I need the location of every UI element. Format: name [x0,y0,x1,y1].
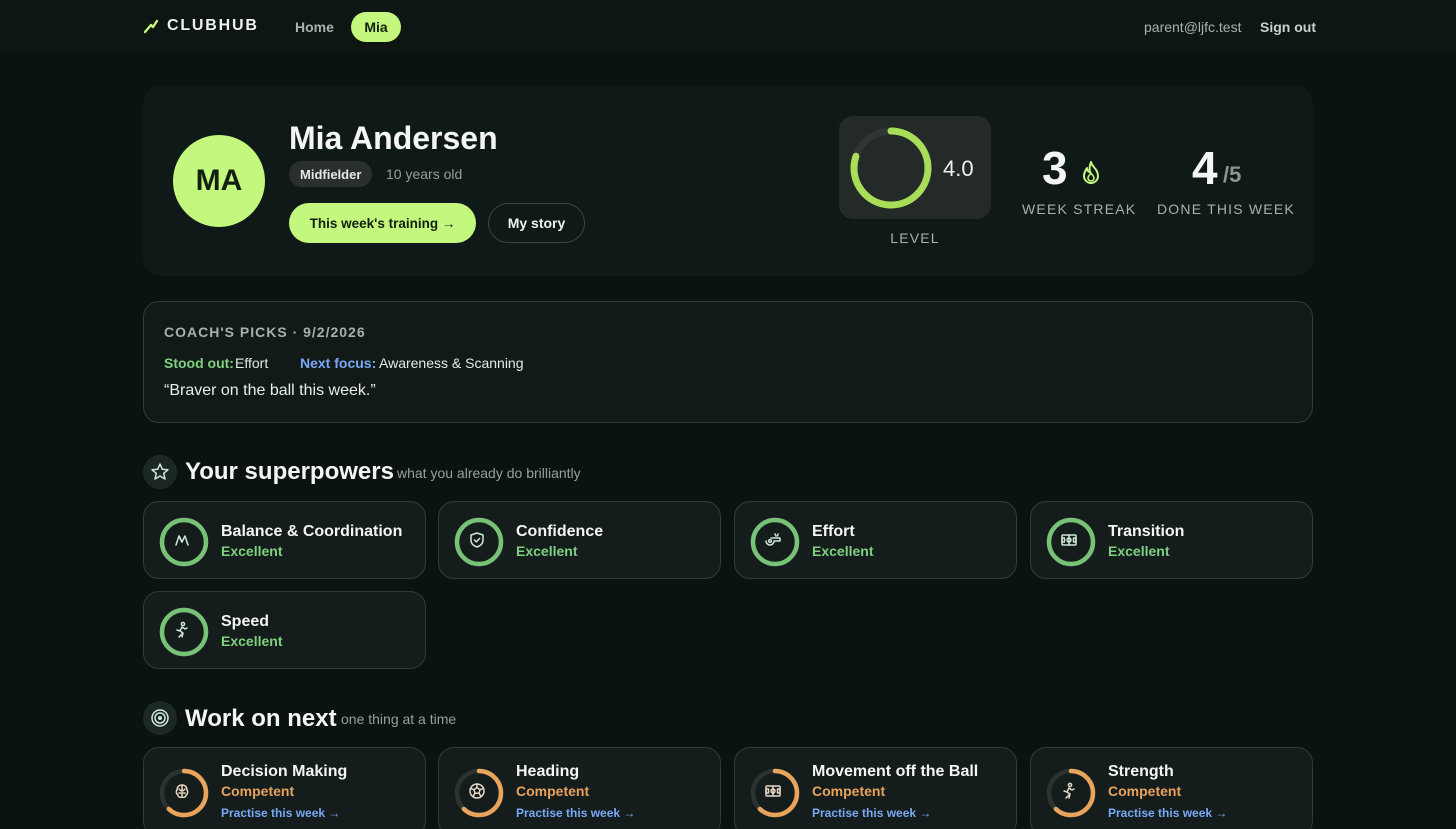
practise-link[interactable]: Practise this week → [812,806,931,820]
skill-level: Competent [812,783,886,799]
avatar: MA [173,135,265,227]
practise-link[interactable]: Practise this week → [516,806,635,820]
runner-icon [176,621,188,638]
superpower-card[interactable]: Effort Excellent [734,501,1017,579]
my-story-button[interactable]: My story [488,203,585,243]
level-label: LEVEL [890,230,940,246]
position-badge: Midfielder [289,161,373,187]
practise-link[interactable]: Practise this week → [1108,806,1227,820]
skill-name: Confidence [516,523,604,540]
balance-icon [175,535,189,546]
work-on-next-title: Work on next [185,705,337,732]
work-on-next-card[interactable]: Decision Making Competent Practise this … [143,747,426,829]
pitch-icon [1061,534,1077,546]
practise-link[interactable]: Practise this week → [221,806,340,820]
next-focus-label: Next focus: [300,355,377,371]
skill-level: Excellent [516,543,578,559]
level-progress-ring [850,127,932,209]
work-on-next-card[interactable]: Movement off the Ball Competent Practise… [734,747,1017,829]
skill-level: Competent [1108,783,1182,799]
runner-icon [1063,782,1075,799]
stood-out-value: Effort [235,355,269,371]
streak-value: 3 [1042,142,1068,194]
top-nav: CLUBHUB Home Mia parent@ljfc.test Sign o… [0,0,1456,54]
work-on-next-subtitle: one thing at a time [341,711,457,727]
superpowers-subtitle: what you already do brilliantly [397,465,581,481]
skill-level: Excellent [221,633,283,649]
stood-out-label: Stood out: [164,355,234,371]
nav-home-link[interactable]: Home [295,19,334,35]
nav-child-tab[interactable]: Mia [351,12,401,42]
work-on-next-card[interactable]: Heading Competent Practise this week → [438,747,721,829]
skill-level: Competent [516,783,590,799]
level-value: 4.0 [943,156,974,181]
coach-picks-card: COACH'S PICKS · 9/2/2026 Stood out: Effo… [143,301,1313,423]
superpower-card[interactable]: Transition Excellent [1030,501,1313,579]
done-label: DONE THIS WEEK [1157,201,1295,217]
player-name: Mia Andersen [289,120,498,156]
skill-name: Transition [1108,523,1185,540]
skill-level: Excellent [221,543,283,559]
target-icon [143,701,177,735]
weekly-training-button[interactable]: This week's training → [289,203,476,243]
coach-picks-title: COACH'S PICKS · 9/2/2026 [164,324,366,340]
brain-icon [175,784,189,799]
done-total: /5 [1223,162,1242,187]
star-icon [143,455,177,489]
skill-level: Excellent [812,543,874,559]
skill-level: Excellent [1108,543,1170,559]
flame-icon [1083,161,1099,184]
skill-level: Competent [221,783,295,799]
player-age: 10 years old [386,166,463,182]
next-focus-value: Awareness & Scanning [379,355,524,371]
superpower-card[interactable]: Balance & Coordination Excellent [143,501,426,579]
skill-name: Effort [812,523,855,540]
sign-out-button[interactable]: Sign out [1260,19,1316,35]
shield-icon [470,532,484,548]
skill-name: Heading [516,763,580,780]
superpower-card[interactable]: Speed Excellent [143,591,426,669]
work-on-next-card[interactable]: Strength Competent Practise this week → [1030,747,1313,829]
skill-name: Strength [1108,763,1174,780]
pitch-icon [765,785,781,797]
streak-label: WEEK STREAK [1022,201,1137,217]
skill-name: Speed [221,613,270,630]
skill-name: Movement off the Ball [812,763,979,780]
superpower-card[interactable]: Confidence Excellent [438,501,721,579]
brand[interactable]: CLUBHUB [143,17,259,35]
brand-name: CLUBHUB [167,17,259,34]
level-widget: 4.0 [839,116,991,219]
coach-quote: “Braver on the ball this week.” [164,382,376,399]
skill-name: Balance & Coordination [221,523,403,540]
whistle-icon [765,533,781,546]
user-email: parent@ljfc.test [1144,19,1242,35]
skill-name: Decision Making [221,763,348,780]
superpowers-title: Your superpowers [185,458,394,485]
done-value: 4 [1192,142,1218,194]
player-hero-card: MA Mia Andersen Midfielder 10 years old … [143,86,1313,276]
ball-icon [469,783,485,799]
logo-icon [143,19,159,34]
